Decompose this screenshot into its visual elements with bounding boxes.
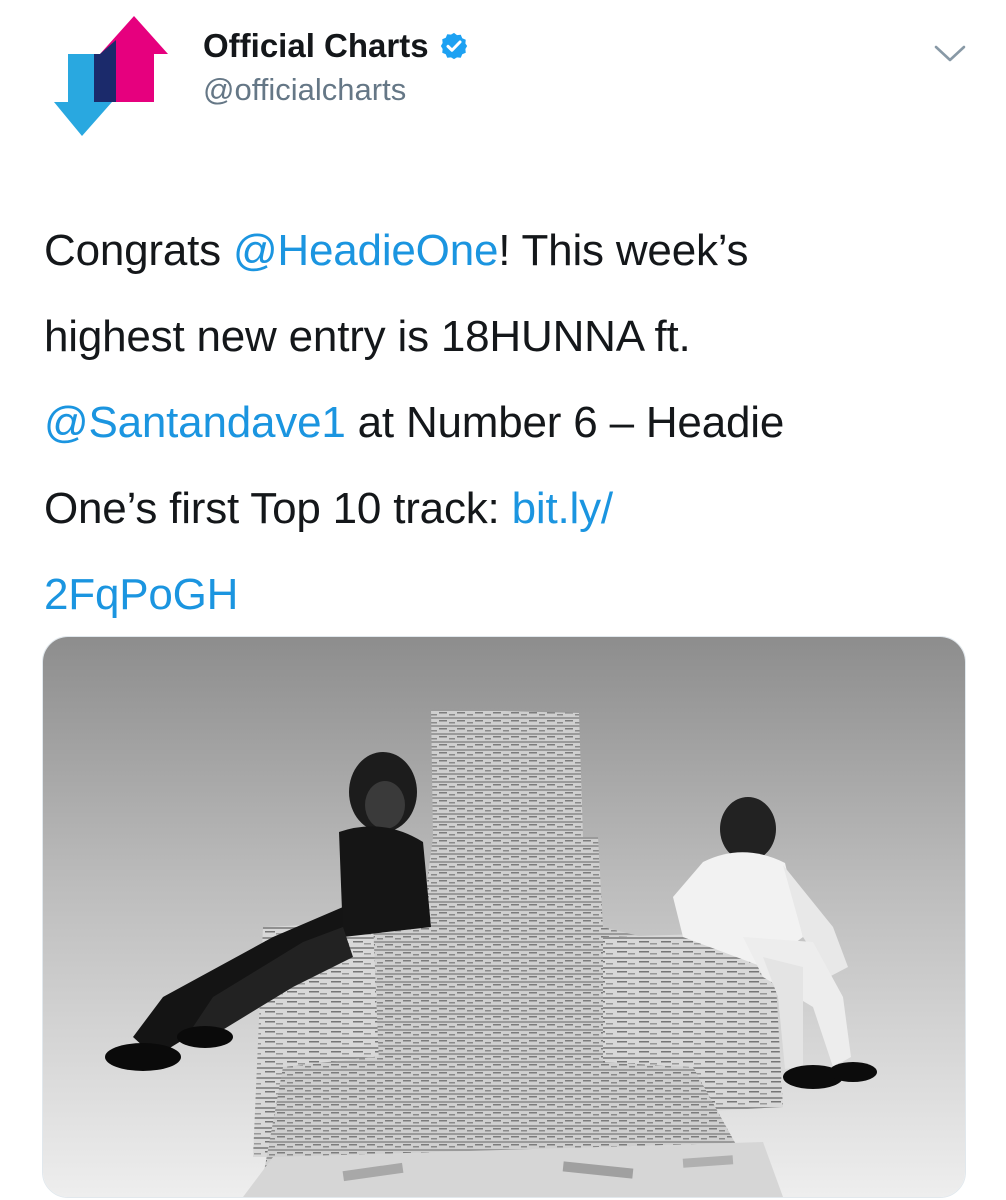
tweet-line: Congrats @HeadieOne! This week’s <box>44 208 974 294</box>
tweet-text: Congrats @HeadieOne! This week’s highest… <box>44 208 974 638</box>
mention-link[interactable]: @HeadieOne <box>233 226 498 275</box>
verified-badge-icon <box>440 32 467 60</box>
tweet-card[interactable]: Official Charts @officialcharts Congrats… <box>0 0 1006 1200</box>
tweet-line: highest new entry is 18HUNNA ft. <box>44 312 691 361</box>
tweet-author[interactable]: Official Charts @officialcharts <box>203 26 469 108</box>
tweet-line: @Santandave1 at Number 6 – Headie <box>44 380 974 466</box>
official-charts-logo-icon[interactable] <box>54 14 168 140</box>
text-segment: at Number 6 – Headie <box>345 398 785 447</box>
text-segment: One’s first Top 10 track: <box>44 484 512 533</box>
chevron-down-icon[interactable] <box>932 42 968 66</box>
display-name[interactable]: Official Charts <box>203 27 429 65</box>
tweet-line: 2FqPoGH <box>44 552 974 638</box>
text-segment: Congrats <box>44 226 233 275</box>
text-segment: ! This week’s <box>498 226 749 275</box>
tweet-line: One’s first Top 10 track: bit.ly/ <box>44 466 974 552</box>
mention-link[interactable]: @Santandave1 <box>44 398 346 447</box>
photo-illustration <box>43 637 965 1197</box>
url-link[interactable]: 2FqPoGH <box>44 570 238 619</box>
url-link[interactable]: bit.ly/ <box>512 484 613 533</box>
user-handle[interactable]: @officialcharts <box>203 72 469 108</box>
tweet-media-image[interactable] <box>42 636 966 1198</box>
